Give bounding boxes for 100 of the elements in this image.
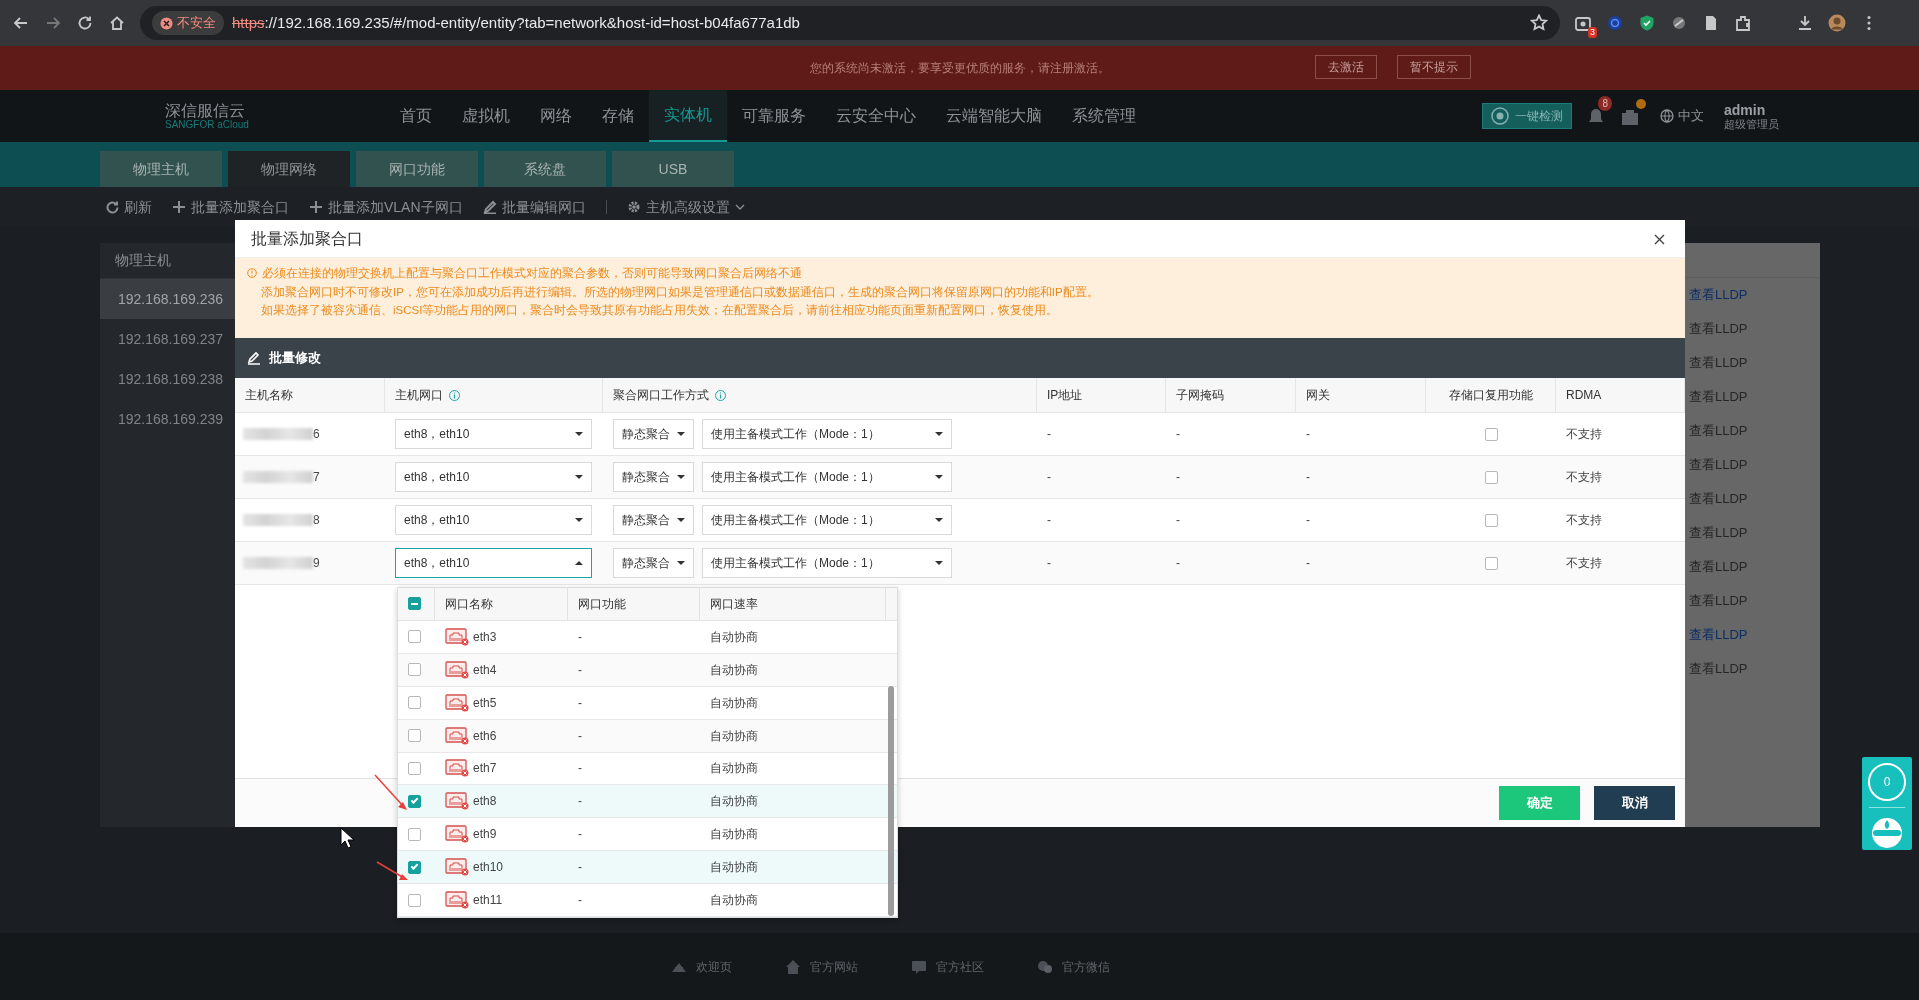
sidebar-item[interactable]: 192.168.169.238: [100, 359, 235, 399]
lldp-link[interactable]: 查看LLDP: [1685, 380, 1820, 414]
lldp-link[interactable]: 查看LLDP: [1685, 482, 1820, 516]
column-header: RDMA: [1566, 387, 1602, 404]
url-text[interactable]: https://192.168.169.235/#/mod-entity/entity?tab=network&host-id=host-b04fa677a1db: [232, 11, 800, 35]
banner-button[interactable]: 暂不提示: [1397, 55, 1471, 79]
footer-link[interactable]: 官方微信: [1029, 956, 1116, 977]
caret-icon: [935, 432, 943, 436]
lldp-link[interactable]: 查看LLDP: [1685, 584, 1820, 618]
select-field[interactable]: 使用主备模式工作（Mode：1）: [702, 462, 952, 492]
tab[interactable]: 物理网络: [228, 151, 350, 187]
nav-item[interactable]: 可靠服务: [727, 90, 821, 142]
nav-item[interactable]: 实体机: [649, 90, 727, 142]
check-button[interactable]: 一键检测: [1482, 103, 1572, 129]
cancel-button[interactable]: 取消: [1594, 786, 1675, 820]
select-field[interactable]: 静态聚合: [613, 419, 694, 449]
lldp-link[interactable]: 查看LLDP: [1685, 516, 1820, 550]
pencil-icon: [482, 200, 497, 214]
nav-item[interactable]: 首页: [385, 90, 447, 142]
extension-icon[interactable]: [1670, 14, 1688, 32]
nav-item[interactable]: 网络: [525, 90, 587, 142]
lldp-link[interactable]: 查看LLDP: [1685, 550, 1820, 584]
nav-item[interactable]: 虚拟机: [447, 90, 525, 142]
checkbox[interactable]: [1484, 427, 1498, 441]
reload-icon[interactable]: [76, 14, 94, 32]
tab[interactable]: 系统盘: [484, 151, 606, 187]
checkbox[interactable]: [408, 860, 421, 874]
checkbox[interactable]: [408, 762, 421, 775]
sidebar-item[interactable]: 192.168.169.237: [100, 319, 235, 359]
avatar-icon[interactable]: [1828, 14, 1846, 32]
column-header: 网口速率: [710, 595, 758, 613]
select-field[interactable]: 使用主备模式工作（Mode：1）: [702, 505, 952, 535]
select-field[interactable]: 静态聚合: [613, 548, 694, 578]
address-bar[interactable]: 不安全 https://192.168.169.235/#/mod-entity/entity?tab=network&host-id=host-b04fa677a1db: [140, 6, 1560, 40]
footer-link[interactable]: 欢迎页: [663, 956, 738, 977]
footer-link[interactable]: 官方网站: [777, 956, 864, 977]
batch-edit-button[interactable]: 批量修改: [247, 348, 321, 368]
footer-link[interactable]: 官方社区: [903, 956, 990, 977]
nav-item[interactable]: 系统管理: [1057, 90, 1151, 142]
lldp-link[interactable]: 查看LLDP: [1685, 346, 1820, 380]
lldp-link[interactable]: 查看LLDP: [1685, 448, 1820, 482]
ethernet-port-icon: [445, 891, 469, 910]
checkbox[interactable]: [408, 827, 421, 841]
banner-button[interactable]: 去激活: [1315, 55, 1377, 79]
toolbar-button[interactable]: 批量添加VLAN子网口: [309, 196, 463, 218]
language-menu[interactable]: 中文: [1654, 105, 1710, 127]
plus-icon: [309, 200, 323, 214]
info-icon[interactable]: [715, 389, 726, 401]
caret-up-icon: [575, 561, 583, 565]
scrollbar[interactable]: [888, 686, 894, 916]
lldp-link[interactable]: 查看LLDP: [1685, 414, 1820, 448]
select-field[interactable]: eth8，eth10: [395, 419, 592, 449]
checkbox[interactable]: [1484, 556, 1498, 570]
checkbox[interactable]: [408, 663, 421, 677]
select-field[interactable]: eth8，eth10: [395, 462, 592, 492]
select-field[interactable]: 使用主备模式工作（Mode：1）: [702, 548, 952, 578]
redacted-text: [243, 557, 313, 569]
toolbar-button[interactable]: 批量编辑网口: [482, 196, 586, 218]
download-icon[interactable]: [1796, 14, 1814, 32]
nav-item[interactable]: 云安全中心: [821, 90, 931, 142]
toolbar-button[interactable]: 主机高级设置: [626, 196, 745, 218]
tab[interactable]: 网口功能: [356, 151, 478, 187]
table-cell-text: -: [577, 661, 583, 679]
select-field[interactable]: 使用主备模式工作（Mode：1）: [702, 419, 952, 449]
table-cell-text: -: [577, 826, 583, 844]
host-name: 8: [313, 512, 320, 529]
checkbox[interactable]: [408, 794, 421, 808]
lldp-link[interactable]: 查看LLDP: [1685, 312, 1820, 346]
table-cell-text: 不支持: [1565, 426, 1603, 443]
tab[interactable]: 物理主机: [100, 151, 222, 187]
toolbar-button[interactable]: 批量添加聚合口: [172, 196, 289, 218]
extension-icon[interactable]: [1574, 14, 1592, 33]
checkbox[interactable]: [408, 630, 421, 644]
puzzle-icon[interactable]: [1734, 14, 1752, 32]
port-name: eth6: [473, 727, 497, 745]
info-icon[interactable]: [449, 389, 460, 401]
sidebar-item[interactable]: 192.168.169.239: [100, 399, 235, 439]
checkbox[interactable]: [408, 729, 421, 743]
extension-icon[interactable]: [1606, 14, 1624, 32]
table-cell-text: -: [1305, 512, 1311, 529]
user-name[interactable]: admin: [1724, 101, 1779, 118]
select-field[interactable]: eth8，eth10: [395, 505, 592, 535]
nav-item[interactable]: 存储: [587, 90, 649, 142]
table-cell-text: -: [577, 694, 583, 712]
select-all-checkbox[interactable]: [408, 597, 421, 611]
nav-item[interactable]: 云端智能大脑: [931, 90, 1057, 142]
checkbox[interactable]: [1484, 470, 1498, 484]
select-field[interactable]: 静态聚合: [613, 505, 694, 535]
toolbar-button[interactable]: 刷新: [105, 196, 152, 218]
lldp-link[interactable]: 查看LLDP: [1685, 652, 1820, 686]
tab[interactable]: USB: [612, 151, 734, 187]
checkbox[interactable]: [1484, 513, 1498, 527]
select-field[interactable]: eth8，eth10: [395, 548, 592, 578]
shield-icon[interactable]: [1638, 14, 1656, 32]
sidebar-item[interactable]: 192.168.169.236: [100, 279, 235, 319]
plus-icon: [172, 200, 186, 214]
checkbox[interactable]: [408, 893, 421, 907]
select-field[interactable]: 静态聚合: [613, 462, 694, 492]
star-icon[interactable]: [1530, 14, 1548, 32]
checkbox[interactable]: [408, 696, 421, 710]
